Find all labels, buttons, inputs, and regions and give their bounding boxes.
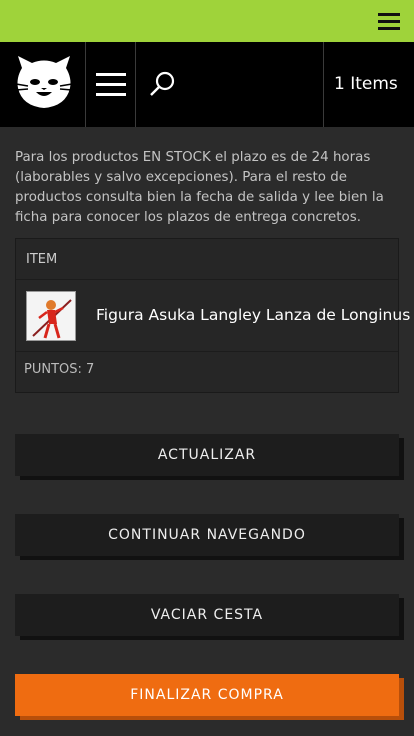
points-label: PUNTOS: 7 (24, 362, 95, 377)
search-icon (150, 71, 175, 96)
update-button[interactable]: ACTUALIZAR (15, 434, 399, 476)
site-header: 1 Items (0, 42, 414, 127)
menu-icon[interactable] (378, 13, 400, 30)
delivery-notice: Para los productos EN STOCK el plazo es … (15, 150, 384, 225)
cart-count: 1 Items (334, 74, 398, 94)
table-row: Figura Asuka Langley Lanza de Longinus (16, 280, 410, 352)
main-content: Para los productos EN STOCK el plazo es … (15, 148, 399, 228)
product-thumbnail[interactable] (26, 291, 76, 341)
continue-shopping-button[interactable]: CONTINUAR NAVEGANDO (15, 514, 399, 556)
figure-image (27, 292, 75, 340)
logo[interactable] (0, 42, 86, 127)
cat-logo-icon (15, 56, 73, 108)
cart-table: ITEM Figura Asuka Langley Lanza de Longi… (15, 238, 410, 393)
hamburger-icon (96, 73, 126, 103)
nav-menu-button[interactable] (86, 42, 136, 127)
table-header: ITEM (16, 239, 398, 280)
empty-cart-button[interactable]: VACIAR CESTA (15, 594, 399, 636)
search-button[interactable] (136, 42, 190, 127)
product-name[interactable]: Figura Asuka Langley Lanza de Longinus (96, 306, 410, 324)
checkout-button[interactable]: FINALIZAR COMPRA (15, 674, 399, 716)
cart-button[interactable]: 1 Items (323, 42, 414, 127)
top-bar (0, 0, 414, 42)
